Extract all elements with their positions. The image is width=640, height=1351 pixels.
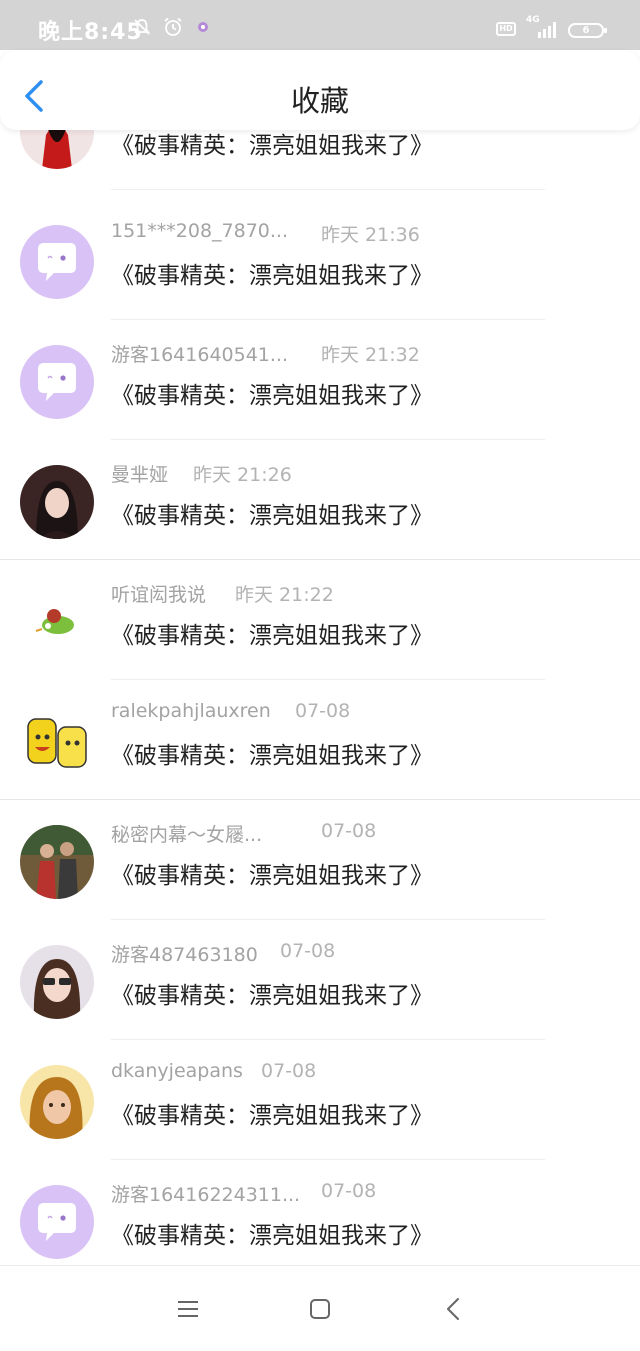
timestamp: 07-08 bbox=[295, 700, 351, 722]
timestamp: 昨天 21:22 bbox=[235, 584, 334, 606]
timestamp: 昨天 21:32 bbox=[321, 344, 420, 366]
timestamp: 昨天 21:36 bbox=[321, 224, 420, 246]
avatar bbox=[20, 945, 94, 1019]
menu-icon[interactable] bbox=[175, 1296, 201, 1322]
divider bbox=[111, 189, 545, 190]
list-item[interactable]: ralekpahjlauxren 07-08 《破事精英：漂亮姐姐我来了》 bbox=[0, 680, 640, 800]
username: 游客487463180 bbox=[111, 944, 258, 966]
username: 秘密内幕～女屦... bbox=[111, 824, 263, 846]
username: 听谊闳我说 bbox=[111, 584, 207, 606]
list-item[interactable]: 游客16416224311... 07-08 《破事精英：漂亮姐姐我来了》 bbox=[0, 1160, 640, 1265]
item-title: 《破事精英：漂亮姐姐我来了》 bbox=[111, 983, 433, 1009]
timestamp: 昨天 21:26 bbox=[193, 464, 292, 486]
timestamp: 07-08 bbox=[261, 1060, 317, 1082]
avatar bbox=[20, 825, 94, 899]
timestamp: 07-08 bbox=[280, 940, 336, 962]
avatar bbox=[20, 705, 94, 779]
item-title: 《破事精英：漂亮姐姐我来了》 bbox=[111, 743, 433, 769]
list-item[interactable]: 游客487463180 07-08 《破事精英：漂亮姐姐我来了》 bbox=[0, 920, 640, 1040]
header: 收藏 bbox=[0, 50, 640, 130]
home-icon[interactable] bbox=[307, 1296, 333, 1322]
item-title: 《破事精英：漂亮姐姐我来了》 bbox=[111, 1223, 433, 1249]
list-item[interactable]: dkanyjeapans 07-08 《破事精英：漂亮姐姐我来了》 bbox=[0, 1040, 640, 1160]
username: 151***208_7870... bbox=[111, 220, 289, 242]
battery-icon: 6 bbox=[568, 23, 607, 38]
username: 游客16416224311... bbox=[111, 1184, 301, 1206]
alarm-icon bbox=[164, 17, 182, 36]
username: ralekpahjlauxren bbox=[111, 700, 271, 722]
list-item[interactable]: 秘密内幕～女屦... 07-08 《破事精英：漂亮姐姐我来了》 bbox=[0, 800, 640, 920]
list-item[interactable]: 151***208_7870... 昨天 21:36 《破事精英：漂亮姐姐我来了… bbox=[0, 200, 640, 320]
username: 曼芈娅 bbox=[111, 464, 169, 486]
item-title: 《破事精英：漂亮姐姐我来了》 bbox=[111, 133, 433, 159]
item-title: 《破事精英：漂亮姐姐我来了》 bbox=[111, 623, 433, 649]
system-nav-bar bbox=[0, 1265, 640, 1351]
hd-badge: HD bbox=[496, 22, 516, 36]
signal-icon bbox=[538, 22, 556, 38]
avatar bbox=[20, 130, 94, 169]
item-title: 《破事精英：漂亮姐姐我来了》 bbox=[111, 503, 433, 529]
default-avatar-icon bbox=[20, 345, 94, 419]
page-title: 收藏 bbox=[290, 84, 349, 118]
app-notification-icon bbox=[198, 22, 208, 32]
item-title: 《破事精英：漂亮姐姐我来了》 bbox=[111, 263, 433, 289]
status-time: 晚上8:45 bbox=[38, 20, 143, 45]
list-item[interactable]: 听谊闳我说 昨天 21:22 《破事精英：漂亮姐姐我来了》 bbox=[0, 560, 640, 680]
avatar bbox=[20, 1065, 94, 1139]
bell-muted-icon bbox=[134, 19, 150, 35]
back-icon[interactable] bbox=[441, 1296, 467, 1322]
timestamp: 07-08 bbox=[321, 1180, 377, 1202]
username: 游客1641640541... bbox=[111, 344, 289, 366]
default-avatar-icon bbox=[20, 1185, 94, 1259]
item-title: 《破事精英：漂亮姐姐我来了》 bbox=[111, 863, 433, 889]
list-item[interactable]: 曼芈娅 昨天 21:26 《破事精英：漂亮姐姐我来了》 bbox=[0, 440, 640, 560]
list-item[interactable]: 游客1641640541... 昨天 21:32 《破事精英：漂亮姐姐我来了》 bbox=[0, 320, 640, 440]
app-root: 晚上8:45 HD 4G 6 收藏 《破事精英：漂亮姐姐我来了》 151***2… bbox=[0, 0, 640, 1351]
username: dkanyjeapans bbox=[111, 1060, 243, 1082]
avatar bbox=[20, 585, 94, 659]
status-bar: 晚上8:45 HD 4G 6 bbox=[0, 0, 640, 50]
list-item[interactable]: 《破事精英：漂亮姐姐我来了》 bbox=[0, 130, 640, 190]
favorites-list: 《破事精英：漂亮姐姐我来了》 151***208_7870... 昨天 21:3… bbox=[0, 130, 640, 1265]
item-title: 《破事精英：漂亮姐姐我来了》 bbox=[111, 383, 433, 409]
item-title: 《破事精英：漂亮姐姐我来了》 bbox=[111, 1103, 433, 1129]
default-avatar-icon bbox=[20, 225, 94, 299]
timestamp: 07-08 bbox=[321, 820, 377, 842]
avatar bbox=[20, 465, 94, 539]
